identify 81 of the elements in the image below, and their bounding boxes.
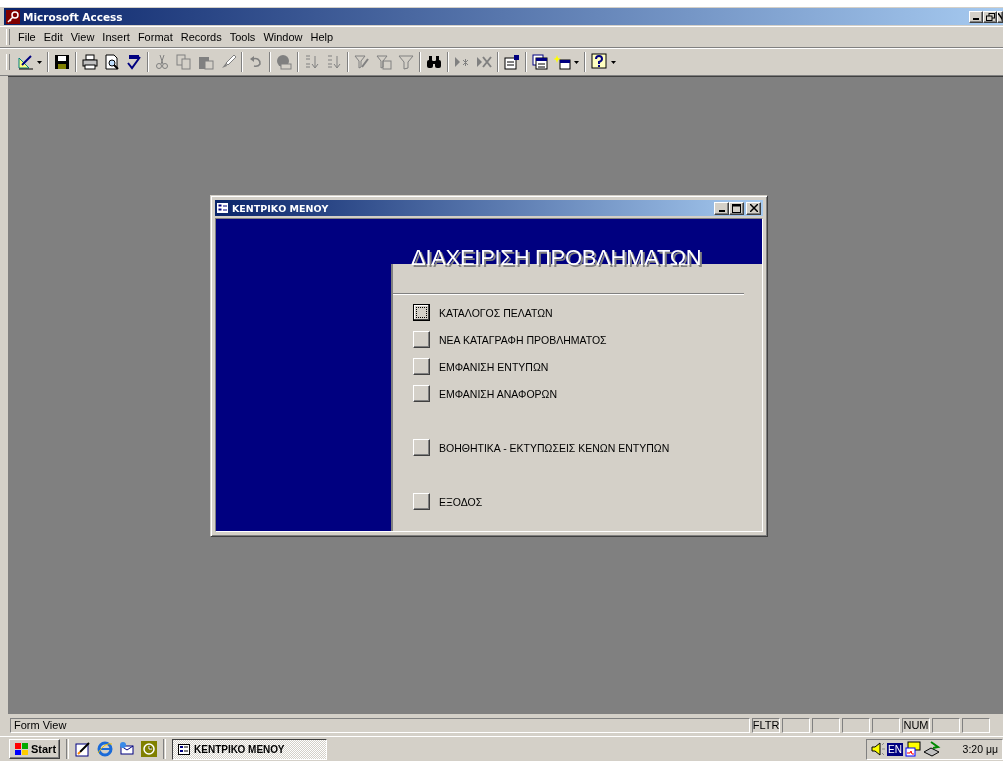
print-preview-icon[interactable]: [104, 54, 120, 70]
option-label: ΝΕΑ ΚΑΤΑΓΡΑΦΗ ΠΡΟΒΛΗΜΑΤΟΣ: [439, 333, 607, 346]
binoculars-icon[interactable]: [426, 54, 442, 70]
clock-icon[interactable]: [141, 741, 158, 757]
globe-link-icon: [276, 54, 292, 70]
status-panel: [872, 717, 900, 733]
close-button[interactable]: [997, 10, 1003, 23]
menu-item[interactable]: File: [14, 31, 40, 43]
restore-button[interactable]: [983, 10, 997, 23]
delete-record-icon: [476, 54, 492, 70]
mail-icon[interactable]: [119, 741, 136, 757]
status-panel: [782, 717, 810, 733]
minimize-icon: [973, 17, 979, 20]
filter-icon: [398, 54, 414, 70]
key-logo-icon: [6, 9, 20, 24]
properties-icon[interactable]: [504, 54, 520, 70]
language-indicator[interactable]: EN: [887, 742, 903, 756]
monitor-chart-icon[interactable]: [904, 741, 921, 757]
status-indicator: NUM: [902, 717, 930, 733]
new-object-icon[interactable]: [554, 54, 572, 70]
taskbar-button[interactable]: ΚΕΝΤΡΙΚΟ ΜΕΝΟΥ: [172, 738, 328, 760]
paintbrush-icon: [220, 54, 236, 70]
clipboard-icon: [198, 54, 214, 70]
dropdown-arrow-icon[interactable]: [611, 60, 616, 64]
close-icon: [749, 204, 758, 212]
status-panel: [962, 717, 990, 733]
form-icon: [217, 203, 228, 213]
option-label: ΕΞΟΔΟΣ: [439, 495, 483, 508]
maximize-button[interactable]: [729, 201, 744, 215]
browser-icon[interactable]: [97, 741, 114, 757]
menu-item[interactable]: Help: [306, 31, 338, 43]
menu-item[interactable]: Insert: [98, 31, 134, 43]
form-title: ΚΕΝΤΡΙΚΟ ΜΕΝΟΥ: [232, 202, 330, 214]
new-record-icon: [454, 54, 470, 70]
menu-item[interactable]: Tools: [225, 31, 260, 43]
option-label: ΕΜΦΑΝΙΣΗ ΕΝΤΥΠΩΝ: [439, 360, 549, 373]
status-panel: [842, 717, 870, 733]
close-button[interactable]: [746, 201, 761, 215]
menu-item[interactable]: Format: [133, 31, 177, 43]
speaker-icon[interactable]: [871, 741, 885, 757]
start-button[interactable]: Start: [9, 739, 61, 759]
windows-logo-icon: [13, 742, 29, 756]
minimize-icon: [718, 209, 725, 212]
network-drive-icon[interactable]: [922, 741, 941, 757]
status-panel: [932, 717, 960, 733]
option-label: ΚΑΤΑΛΟΓΟΣ ΠΕΛΑΤΩΝ: [439, 306, 553, 319]
dropdown-arrow-icon[interactable]: [37, 60, 42, 64]
filter-form-icon: [376, 54, 392, 70]
filter-selection-icon: [354, 54, 370, 70]
copy-icon: [176, 54, 192, 70]
status-indicator: FLTR: [752, 717, 780, 733]
form-icon: [178, 743, 191, 755]
form-heading: ΔΙΑΧΕΙΡΙΣΗ ΠΡΟΒΛΗΜΑΤΩΝ: [411, 245, 702, 271]
maximize-icon: [732, 203, 741, 213]
desktop-shortcut-icon[interactable]: [75, 741, 92, 757]
scissors-icon: [154, 54, 170, 70]
menu-item[interactable]: View: [66, 31, 99, 43]
database-window-icon[interactable]: [532, 54, 548, 70]
help-icon[interactable]: [591, 53, 609, 71]
option-label: ΕΜΦΑΝΙΣΗ ΑΝΑΦΟΡΩΝ: [439, 387, 557, 400]
menu-item[interactable]: Edit: [39, 31, 67, 43]
ruler-triangle-icon[interactable]: [17, 54, 35, 70]
window-title: Microsoft Access: [23, 10, 124, 23]
menu-item[interactable]: Records: [176, 31, 226, 43]
minimize-button[interactable]: [969, 10, 983, 23]
status-text: Form View: [10, 717, 750, 733]
option-label: ΒΟΗΘΗΤΙΚΑ - ΕΚΤΥΠΩΣΕΙΣ ΚΕΝΩΝ ΕΝΤΥΠΩΝ: [439, 441, 670, 454]
menu-option-button[interactable]: [413, 304, 430, 321]
close-icon: [998, 13, 1002, 20]
restore-icon: [985, 12, 995, 21]
status-panel: [812, 717, 840, 733]
spelling-check-icon[interactable]: [126, 54, 142, 70]
clock: 3:20 μμ: [962, 743, 998, 755]
sort-ascending-icon: [304, 54, 320, 70]
save-icon[interactable]: [54, 54, 70, 70]
undo-icon: [248, 54, 264, 70]
minimize-button[interactable]: [714, 201, 729, 215]
dropdown-arrow-icon[interactable]: [574, 60, 579, 64]
printer-icon[interactable]: [82, 54, 98, 70]
sort-descending-icon: [326, 54, 342, 70]
menu-item[interactable]: Window: [259, 31, 307, 43]
